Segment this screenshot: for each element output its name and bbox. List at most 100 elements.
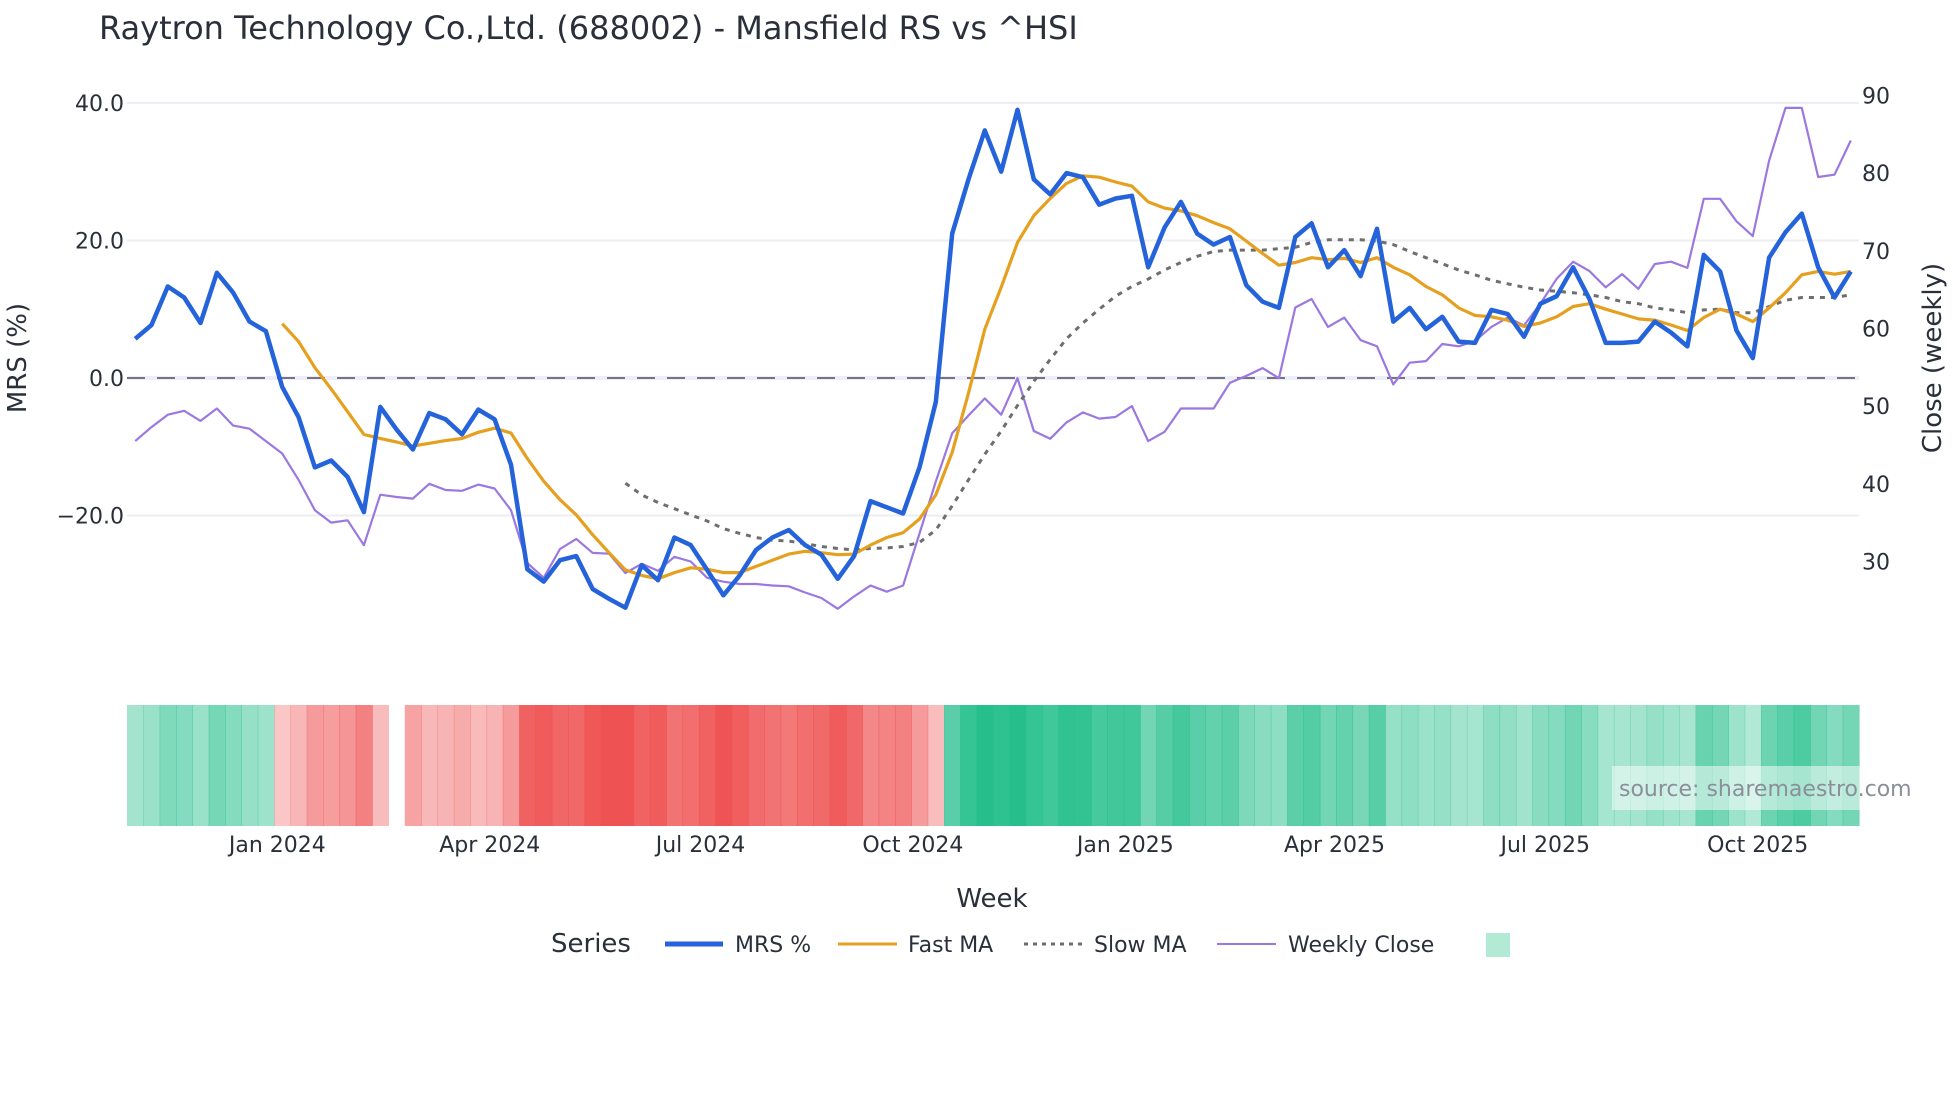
chart-title: Raytron Technology Co.,Ltd. (688002) - M… bbox=[99, 9, 1078, 47]
heatmap-cell bbox=[1450, 705, 1468, 826]
series-line-slow bbox=[624, 238, 1852, 552]
legend-item-slow-ma[interactable]: Slow MA bbox=[1024, 933, 1187, 958]
x-tick-label: Jan 2025 bbox=[1075, 833, 1174, 858]
legend-item-mrs[interactable]: MRS % bbox=[665, 933, 811, 958]
heatmap-cell bbox=[1564, 705, 1582, 826]
y2-tick-label: 50 bbox=[1862, 395, 1890, 420]
heatmap-cell bbox=[1597, 705, 1615, 826]
x-tick-label: Jan 2024 bbox=[227, 833, 326, 858]
x-axis-title: Week bbox=[956, 884, 1027, 914]
heatmap-cell bbox=[225, 705, 242, 826]
y-tick-label: 40.0 bbox=[75, 92, 124, 117]
heatmap-cell bbox=[1107, 705, 1125, 826]
heatmap-cell bbox=[1336, 705, 1354, 826]
heatmap-cell bbox=[976, 705, 994, 826]
heatmap-cell bbox=[649, 705, 667, 826]
y2-tick-label: 60 bbox=[1862, 317, 1890, 342]
x-tick-label: Oct 2024 bbox=[862, 833, 963, 858]
heatmap-cell bbox=[290, 705, 308, 826]
regime-heatmap bbox=[127, 705, 1860, 826]
heatmap-cell bbox=[1058, 705, 1076, 826]
y2-axis-ticks: 90 80 70 60 50 40 30 bbox=[1862, 85, 1890, 576]
heatmap-cell bbox=[1270, 705, 1288, 826]
heatmap-cell bbox=[306, 705, 324, 826]
series-lines bbox=[133, 106, 1853, 610]
heatmap-cell bbox=[1238, 705, 1256, 826]
heatmap-cell bbox=[617, 705, 635, 826]
y-axis-ticks: 40.0 20.0 0.0 −20.0 bbox=[57, 92, 124, 530]
heatmap-cell bbox=[355, 705, 373, 826]
x-tick-label: Jul 2025 bbox=[1499, 833, 1591, 858]
heatmap-cell bbox=[731, 705, 749, 826]
heatmap-cell bbox=[698, 705, 716, 826]
source-label: source: sharemaestro.com bbox=[1619, 777, 1912, 802]
heatmap-cell bbox=[747, 705, 765, 826]
heatmap-cell bbox=[862, 705, 880, 826]
heatmap-cell bbox=[1548, 705, 1566, 826]
heatmap-cell bbox=[535, 705, 553, 826]
heatmap-cell bbox=[192, 705, 210, 826]
heatmap-cell bbox=[1352, 705, 1370, 826]
heatmap-cell bbox=[633, 705, 651, 826]
legend-item-weekly-close[interactable]: Weekly Close bbox=[1217, 933, 1434, 958]
heatmap-cell bbox=[257, 705, 275, 826]
heatmap-cell bbox=[274, 705, 291, 826]
heatmap-cell bbox=[682, 705, 700, 826]
heatmap-cell bbox=[1254, 705, 1272, 826]
heatmap-cell bbox=[486, 705, 504, 826]
heatmap-cell bbox=[943, 705, 961, 826]
heatmap-cell bbox=[829, 705, 847, 826]
heatmap-cell bbox=[600, 705, 618, 826]
heatmap-cell bbox=[1368, 705, 1386, 826]
heatmap-cell bbox=[780, 705, 798, 826]
heatmap-cell bbox=[927, 705, 945, 826]
heatmap-cell bbox=[878, 705, 896, 826]
legend-item-heatmap[interactable] bbox=[1486, 933, 1510, 957]
heatmap-cell bbox=[911, 705, 929, 826]
heatmap-cell bbox=[1303, 705, 1321, 826]
heatmap-cell bbox=[470, 705, 488, 826]
heatmap-cell bbox=[208, 705, 226, 826]
heatmap-cell bbox=[1009, 705, 1027, 826]
heatmap-cell bbox=[1156, 705, 1174, 826]
heatmap-cell bbox=[241, 705, 259, 826]
heatmap-cell bbox=[993, 705, 1010, 826]
heatmap-cell bbox=[1483, 705, 1501, 826]
heatmap-cell bbox=[127, 705, 144, 826]
y-tick-label: 0.0 bbox=[89, 367, 124, 392]
heatmap-cell bbox=[584, 705, 602, 826]
heatmap-cell bbox=[159, 705, 177, 826]
heatmap-cell bbox=[1515, 705, 1533, 826]
heatmap-cell bbox=[1434, 705, 1452, 826]
y2-tick-label: 70 bbox=[1862, 240, 1890, 265]
y2-tick-label: 80 bbox=[1862, 162, 1890, 187]
legend-label-weekly-close: Weekly Close bbox=[1288, 933, 1434, 958]
heatmap-cell bbox=[1401, 705, 1419, 826]
x-tick-label: Apr 2024 bbox=[439, 833, 540, 858]
legend-item-fast-ma[interactable]: Fast MA bbox=[838, 933, 993, 958]
heatmap-cell bbox=[1123, 705, 1141, 826]
y2-tick-label: 40 bbox=[1862, 473, 1890, 498]
heatmap-cell bbox=[372, 705, 390, 826]
legend: Series MRS % Fast MA Slow MA Weekly Clos… bbox=[551, 929, 1510, 959]
y-tick-label: −20.0 bbox=[57, 505, 124, 530]
heatmap-cell bbox=[568, 705, 586, 826]
heatmap-cell bbox=[1532, 705, 1550, 826]
heatmap-cell bbox=[1581, 705, 1599, 826]
heatmap-cell bbox=[519, 705, 537, 826]
heatmap-cell bbox=[453, 705, 471, 826]
heatmap-cell bbox=[960, 705, 978, 826]
heatmap-cell bbox=[404, 705, 422, 826]
heatmap-cell bbox=[323, 705, 341, 826]
heatmap-cell bbox=[437, 705, 455, 826]
heatmap-cell bbox=[143, 705, 161, 826]
heatmap-cell bbox=[1172, 705, 1190, 826]
heatmap-cell bbox=[1189, 705, 1207, 826]
legend-label-fast-ma: Fast MA bbox=[908, 933, 993, 958]
x-tick-label: Apr 2025 bbox=[1284, 833, 1385, 858]
heatmap-cell bbox=[1221, 705, 1239, 826]
heatmap-cell bbox=[796, 705, 814, 826]
heatmap-cell bbox=[421, 705, 439, 826]
heatmap-cell bbox=[1466, 705, 1484, 826]
y-axis-title: MRS (%) bbox=[3, 303, 33, 413]
